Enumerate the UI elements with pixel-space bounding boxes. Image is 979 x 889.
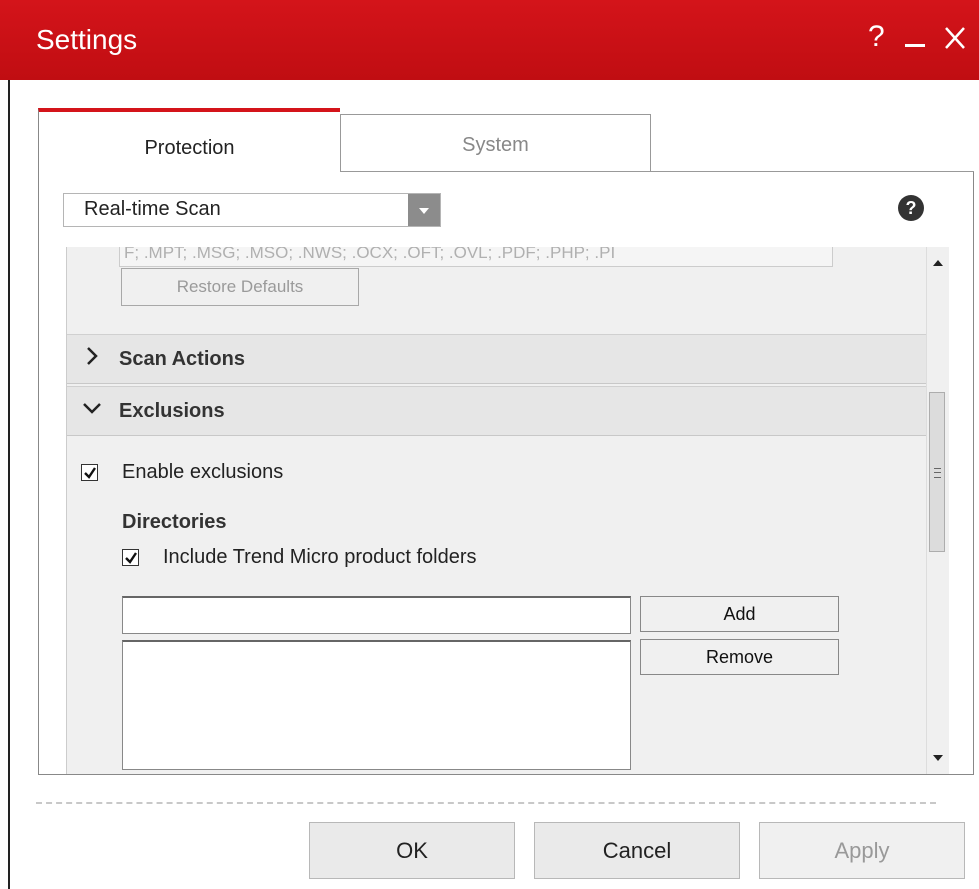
enable-exclusions-label: Enable exclusions bbox=[122, 461, 284, 483]
scroll-up-icon[interactable] bbox=[933, 260, 943, 266]
settings-scroll-area: F; .MPT; .MSG; .MSO; .NWS; .OCX; .OFT; .… bbox=[66, 247, 927, 774]
scrollbar-thumb[interactable] bbox=[929, 392, 945, 552]
category-select-value: Real-time Scan bbox=[84, 198, 221, 220]
minimize-icon bbox=[905, 44, 925, 47]
tab-system[interactable]: System bbox=[340, 114, 651, 172]
include-trend-micro-folders-label: Include Trend Micro product folders bbox=[163, 546, 477, 568]
settings-window: Settings ? Protection System Real-time S… bbox=[0, 0, 979, 889]
chevron-right-icon bbox=[87, 347, 98, 365]
section-scan-actions[interactable]: Scan Actions bbox=[67, 334, 927, 384]
section-label: Exclusions bbox=[119, 400, 225, 422]
category-select[interactable]: Real-time Scan bbox=[63, 193, 441, 227]
directory-path-input[interactable] bbox=[122, 596, 631, 634]
window-title: Settings bbox=[36, 24, 138, 55]
vertical-scrollbar[interactable] bbox=[926, 247, 949, 774]
help-button[interactable]: ? bbox=[868, 20, 885, 54]
restore-defaults-button: Restore Defaults bbox=[121, 268, 359, 306]
enable-exclusions-checkbox[interactable] bbox=[81, 464, 98, 481]
question-icon[interactable]: ? bbox=[898, 195, 924, 221]
chevron-down-icon[interactable] bbox=[408, 194, 440, 226]
panel-top-border bbox=[340, 171, 974, 172]
title-bar: Settings ? bbox=[0, 0, 979, 80]
close-icon bbox=[945, 27, 965, 49]
section-label: Scan Actions bbox=[119, 348, 245, 370]
file-extensions-field: F; .MPT; .MSG; .MSO; .NWS; .OCX; .OFT; .… bbox=[119, 247, 833, 267]
tab-protection[interactable]: Protection bbox=[38, 108, 340, 172]
checkmark-icon bbox=[84, 467, 96, 479]
ok-button[interactable]: OK bbox=[309, 822, 515, 879]
chevron-down-icon bbox=[83, 403, 101, 414]
excluded-directories-list[interactable] bbox=[122, 640, 631, 770]
remove-directory-button[interactable]: Remove bbox=[640, 639, 839, 675]
section-exclusions[interactable]: Exclusions bbox=[67, 386, 927, 436]
cancel-button[interactable]: Cancel bbox=[534, 822, 740, 879]
directories-heading: Directories bbox=[122, 511, 227, 533]
add-directory-button[interactable]: Add bbox=[640, 596, 839, 632]
scroll-down-icon[interactable] bbox=[933, 755, 943, 761]
footer-divider bbox=[36, 802, 936, 804]
grip-icon bbox=[934, 468, 941, 478]
checkmark-icon bbox=[125, 552, 137, 564]
include-trend-micro-folders-checkbox[interactable] bbox=[122, 549, 139, 566]
apply-button[interactable]: Apply bbox=[759, 822, 965, 879]
close-button[interactable] bbox=[942, 20, 968, 62]
minimize-button[interactable] bbox=[903, 20, 927, 62]
window-edge bbox=[8, 80, 10, 889]
